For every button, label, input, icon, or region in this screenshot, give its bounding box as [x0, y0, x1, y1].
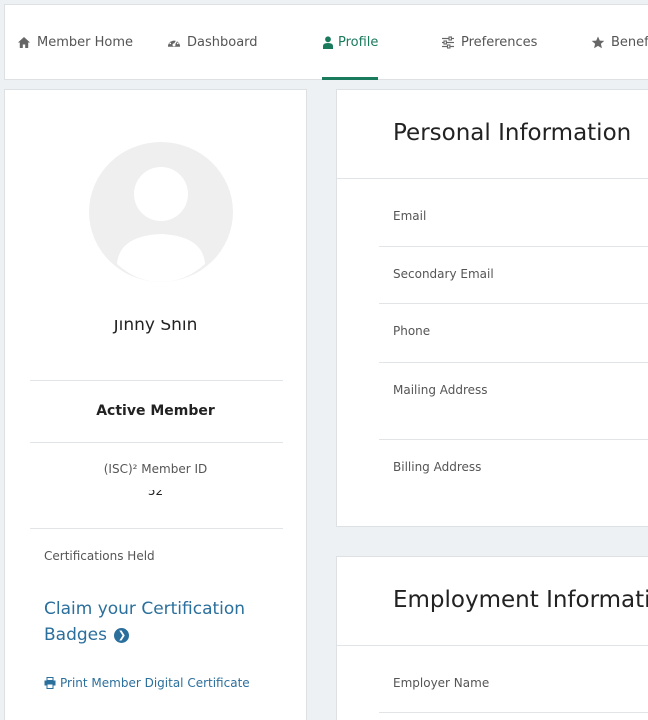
divider: [30, 380, 283, 381]
divider: [30, 442, 283, 443]
nav-benefits[interactable]: Benefi: [591, 5, 648, 80]
nav-label: Member Home: [37, 35, 133, 50]
field-billing-address: Billing Address: [393, 460, 482, 474]
divider: [30, 528, 283, 529]
divider: [337, 178, 648, 179]
divider: [379, 439, 648, 440]
chevron-right-circle-icon: ❯: [114, 627, 130, 643]
personal-info-card: Personal Information Email Secondary Ema…: [336, 89, 648, 527]
top-nav: Member Home Dashboard Profile Preference…: [4, 4, 648, 80]
dashboard-icon: [167, 36, 181, 50]
member-id-value: 52: [5, 490, 306, 496]
nav-label: Benefi: [611, 35, 648, 50]
field-secondary-email: Secondary Email: [393, 267, 494, 281]
print-certificate-link[interactable]: Print Member Digital Certificate: [44, 676, 250, 690]
profile-card: Jinny Shin Active Member (ISC)² Member I…: [4, 89, 307, 720]
field-mailing-address: Mailing Address: [393, 383, 488, 397]
print-icon: [44, 677, 56, 689]
home-icon: [17, 36, 31, 50]
divider: [337, 645, 648, 646]
field-email: Email: [393, 209, 427, 223]
member-id-label: (ISC)² Member ID: [103, 462, 208, 476]
claim-badges-link[interactable]: Claim your Certification Badges ❯: [44, 596, 274, 648]
sliders-icon: [441, 36, 455, 50]
member-name: Jinny Shin: [113, 320, 198, 334]
membership-status: Active Member: [96, 403, 215, 419]
certifications-label: Certifications Held: [44, 549, 155, 563]
divider: [379, 246, 648, 247]
nav-preferences[interactable]: Preferences: [441, 5, 537, 80]
star-icon: [591, 36, 605, 50]
avatar: [89, 142, 233, 282]
divider: [379, 362, 648, 363]
nav-dashboard[interactable]: Dashboard: [167, 5, 258, 80]
field-phone: Phone: [393, 324, 431, 338]
divider: [379, 712, 648, 713]
claim-badges-text: Claim your Certification Badges: [44, 599, 246, 645]
nav-label: Dashboard: [187, 35, 258, 50]
nav-profile[interactable]: Profile: [322, 5, 379, 80]
employment-info-title: Employment Informatio: [393, 587, 648, 613]
nav-member-home[interactable]: Member Home: [17, 5, 133, 80]
nav-label: Profile: [338, 35, 379, 50]
nav-label: Preferences: [461, 35, 538, 50]
user-icon: [322, 36, 333, 50]
personal-info-title: Personal Information: [393, 120, 632, 146]
divider: [379, 303, 648, 304]
field-employer-name: Employer Name: [393, 676, 490, 690]
print-certificate-text: Print Member Digital Certificate: [60, 676, 250, 690]
employment-info-card: Employment Informatio Employer Name: [336, 556, 648, 720]
